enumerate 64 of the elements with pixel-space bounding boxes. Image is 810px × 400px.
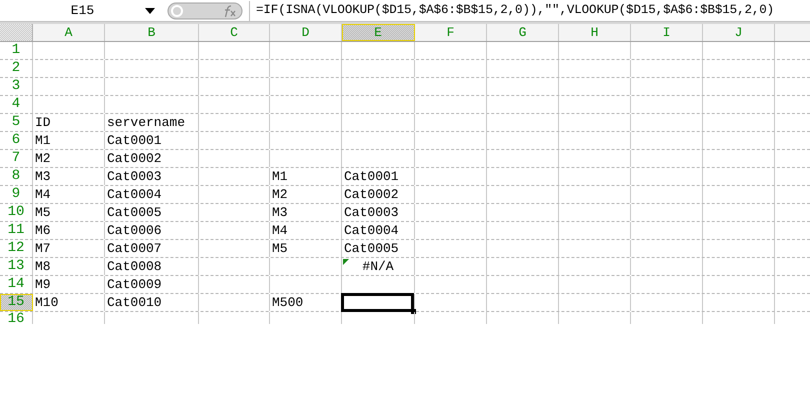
cell-text: M2: [272, 186, 288, 204]
cell-text: servername: [107, 114, 186, 132]
row-header[interactable]: 16: [0, 312, 33, 324]
row-header[interactable]: 1: [0, 42, 33, 59]
cell-text: M10: [35, 294, 58, 312]
cell-text: M1: [35, 132, 51, 150]
cell-text: M3: [272, 204, 288, 222]
cell-text: M2: [35, 150, 51, 168]
cell-text: Cat0002: [344, 186, 399, 204]
row-header[interactable]: 12: [0, 240, 33, 257]
cell-text: M5: [35, 204, 51, 222]
name-box[interactable]: E15: [0, 0, 145, 20]
error-indicator-icon: [343, 259, 349, 265]
cell-text: Cat0004: [344, 222, 399, 240]
column-header[interactable]: F: [415, 24, 487, 41]
cell-text: Cat0001: [344, 168, 399, 186]
formula-text[interactable]: =IF(ISNA(VLOOKUP($D15,$A$6:$B$15,2,0)),"",VLOOKUP($D15,$A$6:$B$15,2,0): [256, 1, 774, 20]
row-header[interactable]: 4: [0, 96, 33, 113]
cell-text: M500: [272, 294, 304, 312]
active-cell[interactable]: [341, 293, 414, 312]
cell-text: #N/A: [362, 258, 394, 276]
row-header[interactable]: 2: [0, 60, 33, 77]
row-header[interactable]: 13: [0, 258, 33, 275]
row-header[interactable]: 14: [0, 276, 33, 293]
column-header[interactable]: J: [703, 24, 775, 41]
cell-text: ID: [35, 114, 51, 132]
cell-text: Cat0002: [107, 150, 162, 168]
cell-text: Cat0009: [107, 276, 162, 294]
column-header[interactable]: I: [631, 24, 703, 41]
cell-text: M6: [35, 222, 51, 240]
cell-text: M9: [35, 276, 51, 294]
cell-text: M3: [35, 168, 51, 186]
row-header[interactable]: 8: [0, 168, 33, 185]
row-header[interactable]: 11: [0, 222, 33, 239]
cell-text: Cat0001: [107, 132, 162, 150]
cell-text: M7: [35, 240, 51, 258]
dropdown-icon[interactable]: [145, 8, 155, 14]
cell-text: Cat0007: [107, 240, 162, 258]
cell-text: Cat0006: [107, 222, 162, 240]
row-header[interactable]: 6: [0, 132, 33, 149]
column-header[interactable]: E: [342, 24, 415, 41]
column-header[interactable]: B: [105, 24, 199, 41]
cell-text: Cat0008: [107, 258, 162, 276]
column-header[interactable]: A: [33, 24, 105, 41]
row-header[interactable]: 3: [0, 78, 33, 95]
cell-text: Cat0003: [344, 204, 399, 222]
cell-text: M5: [272, 240, 288, 258]
row-header[interactable]: 15: [0, 294, 33, 311]
column-header[interactable]: C: [199, 24, 270, 41]
cell-text: M8: [35, 258, 51, 276]
cell-text: M4: [272, 222, 288, 240]
cell-text: Cat0010: [107, 294, 162, 312]
cell-text: Cat0003: [107, 168, 162, 186]
cell-text: Cat0005: [107, 204, 162, 222]
column-header[interactable]: H: [559, 24, 631, 41]
cell-text: Cat0005: [344, 240, 399, 258]
column-header[interactable]: G: [487, 24, 559, 41]
cell-text: Cat0004: [107, 186, 162, 204]
cell-text: M4: [35, 186, 51, 204]
row-header[interactable]: 7: [0, 150, 33, 167]
row-header[interactable]: 10: [0, 204, 33, 221]
cell-text: M1: [272, 168, 288, 186]
row-header[interactable]: 5: [0, 114, 33, 131]
row-header[interactable]: 9: [0, 186, 33, 203]
